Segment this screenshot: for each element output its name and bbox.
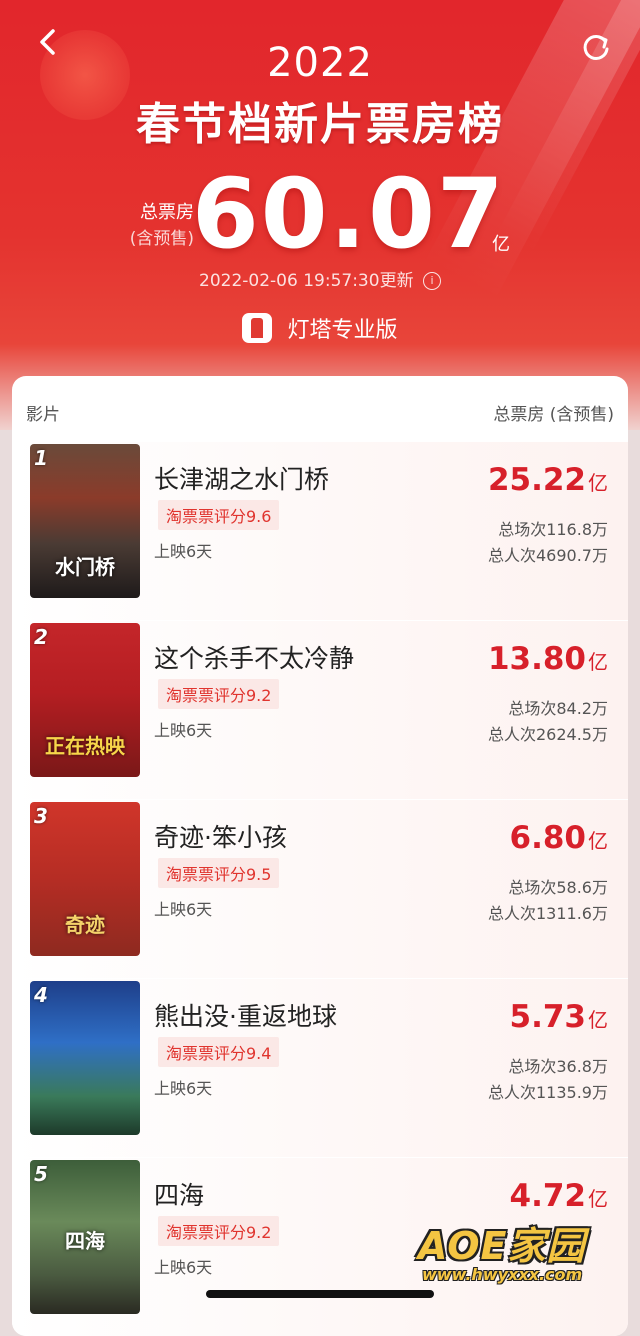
- movie-name: 奇迹·笨小孩: [154, 823, 287, 852]
- movie-poster: 1 水门桥: [30, 444, 140, 598]
- total-audience: 总人次2624.5万: [488, 725, 608, 744]
- rating-badge: 淘票票评分9.6: [158, 500, 280, 530]
- poster-title-text: 奇迹: [65, 913, 105, 937]
- box-office-value: 6.80 亿: [510, 820, 609, 856]
- release-days: 上映6天: [154, 721, 213, 740]
- rating-badge: 淘票票评分9.4: [158, 1037, 280, 1067]
- release-days: 上映6天: [154, 1258, 213, 1277]
- box-office-value: 5.73 亿: [510, 999, 609, 1035]
- rank-number: 1: [34, 446, 48, 470]
- total-box-office-value: 60.07: [192, 158, 506, 270]
- brand-badge: 灯塔专业版: [0, 312, 640, 344]
- release-days: 上映6天: [154, 900, 213, 919]
- box-office-unit: 亿: [588, 650, 608, 674]
- watermark-url: www.hwyxxx.com: [422, 1265, 583, 1284]
- rank-number: 2: [34, 625, 48, 649]
- header-banner: 2022 春节档新片票房榜 总票房 (含预售) 60.07 亿 2022-02-…: [0, 0, 640, 430]
- home-indicator[interactable]: [206, 1290, 434, 1298]
- box-office-value: 4.72 亿: [510, 1178, 609, 1214]
- year-label: 2022: [267, 40, 373, 86]
- movie-poster: 3 奇迹: [30, 802, 140, 956]
- list-header: 影片 总票房 (含预售): [12, 376, 628, 442]
- rank-number: 3: [34, 804, 48, 828]
- box-office-number: 5.73: [509, 999, 587, 1035]
- box-office-number: 25.22: [487, 462, 586, 498]
- box-office-number: 13.80: [487, 641, 586, 677]
- box-office-value: 25.22 亿: [488, 462, 608, 498]
- info-icon[interactable]: i: [422, 272, 441, 290]
- box-office-unit: 亿: [588, 1187, 608, 1211]
- total-audience: 总人次4690.7万: [488, 546, 608, 565]
- total-box-office-label: 总票房 (含预售): [104, 200, 194, 252]
- movie-name: 熊出没·重返地球: [154, 1002, 337, 1031]
- list-item[interactable]: 3 奇迹 奇迹·笨小孩 淘票票评分9.5 上映6天 6.80 亿 总场次58.6万…: [12, 800, 628, 978]
- list-item[interactable]: 4 熊出没·重返地球 淘票票评分9.4 上映6天 5.73 亿 总场次36.8万 …: [12, 979, 628, 1157]
- movie-poster: 2 正在热映: [30, 623, 140, 777]
- total-shows: 总场次58.6万: [508, 878, 608, 897]
- release-days: 上映6天: [154, 542, 213, 561]
- rating-badge: 淘票票评分9.2: [158, 679, 280, 709]
- poster-title-text: 四海: [65, 1229, 105, 1253]
- total-label-main: 总票房: [140, 202, 194, 223]
- release-days: 上映6天: [154, 1079, 213, 1098]
- total-shows: 总场次84.2万: [508, 699, 608, 718]
- box-office-number: 6.80: [509, 820, 587, 856]
- poster-title-text: 水门桥: [55, 555, 115, 579]
- brand-name: 灯塔专业版: [287, 318, 398, 343]
- ranking-list-card: 影片 总票房 (含预售) 1 水门桥 长津湖之水门桥 淘票票评分9.6 上映6天…: [12, 376, 628, 1336]
- column-movie: 影片: [26, 405, 60, 425]
- movie-poster: 5 四海: [30, 1160, 140, 1314]
- total-label-sub: (含预售): [129, 229, 194, 249]
- total-audience: 总人次1135.9万: [488, 1083, 608, 1102]
- rank-number: 4: [34, 983, 48, 1007]
- box-office-unit: 亿: [588, 471, 608, 495]
- rating-badge: 淘票票评分9.2: [158, 1216, 280, 1246]
- movie-poster: 4: [30, 981, 140, 1135]
- rating-badge: 淘票票评分9.5: [158, 858, 280, 888]
- update-time-text: 2022-02-06 19:57:30更新: [199, 271, 414, 291]
- box-office-number: 4.72: [509, 1178, 587, 1214]
- box-office-unit: 亿: [588, 829, 608, 853]
- list-item[interactable]: 2 正在热映 这个杀手不太冷静 淘票票评分9.2 上映6天 13.80 亿 总场次…: [12, 621, 628, 799]
- total-audience: 总人次1311.6万: [488, 904, 608, 923]
- total-box-office-unit: 亿: [492, 234, 510, 255]
- movie-name: 长津湖之水门桥: [154, 465, 330, 494]
- box-office-unit: 亿: [588, 1008, 608, 1032]
- watermark: AOE家园 www.hwyxxx.com: [418, 1215, 618, 1295]
- page-title: 春节档新片票房榜: [136, 99, 504, 150]
- poster-title-text: 正在热映: [45, 734, 125, 758]
- rank-number: 5: [34, 1162, 48, 1186]
- list-item[interactable]: 1 水门桥 长津湖之水门桥 淘票票评分9.6 上映6天 25.22 亿 总场次11…: [12, 442, 628, 620]
- total-shows: 总场次116.8万: [498, 520, 608, 539]
- movie-name: 四海: [154, 1181, 205, 1210]
- lighthouse-logo-icon: [242, 313, 273, 343]
- column-box-office: 总票房 (含预售): [493, 405, 614, 425]
- total-shows: 总场次36.8万: [508, 1057, 608, 1076]
- watermark-text: AOE家园: [418, 1224, 586, 1268]
- box-office-value: 13.80 亿: [488, 641, 608, 677]
- update-time: 2022-02-06 19:57:30更新 i: [0, 266, 640, 291]
- movie-name: 这个杀手不太冷静: [154, 644, 355, 673]
